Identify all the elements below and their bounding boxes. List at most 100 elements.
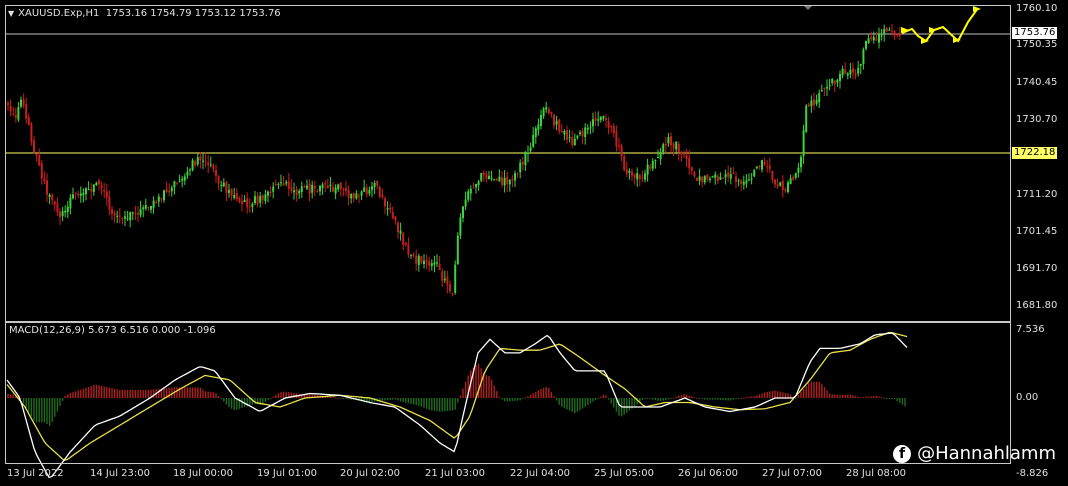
candle-body bbox=[319, 186, 321, 192]
candle-body bbox=[545, 107, 548, 110]
candle-body bbox=[506, 176, 509, 184]
candle-body bbox=[456, 235, 459, 265]
candle-body bbox=[293, 190, 295, 193]
candle-body bbox=[241, 200, 243, 204]
candle-body bbox=[755, 166, 758, 169]
candle-body bbox=[667, 137, 670, 144]
candle-body bbox=[407, 244, 410, 255]
candle-body bbox=[534, 128, 537, 138]
candle-body bbox=[56, 203, 59, 213]
candle-body bbox=[22, 99, 25, 106]
chart-canvas[interactable] bbox=[0, 0, 1068, 486]
candle-body bbox=[350, 193, 353, 199]
candle-body bbox=[144, 205, 147, 209]
candle-body bbox=[662, 144, 665, 153]
candle-body bbox=[111, 209, 113, 214]
candle-body bbox=[482, 172, 485, 175]
candle-body bbox=[597, 119, 600, 121]
candle-body bbox=[802, 130, 805, 157]
time-tick-label: 26 Jul 06:00 bbox=[678, 468, 738, 479]
candle-body bbox=[163, 190, 165, 201]
candle-body bbox=[355, 193, 358, 199]
candle-body bbox=[85, 188, 87, 195]
candle-body bbox=[183, 176, 186, 181]
candle-body bbox=[428, 261, 431, 266]
candle-body bbox=[859, 63, 862, 66]
candle-body bbox=[586, 128, 589, 130]
candle-body bbox=[87, 188, 90, 190]
candle-body bbox=[883, 28, 886, 35]
candle-body bbox=[303, 186, 306, 188]
candle-body bbox=[126, 218, 129, 220]
candle-body bbox=[95, 182, 98, 186]
candle-body bbox=[865, 41, 867, 49]
candle-body bbox=[618, 145, 620, 147]
candle-body bbox=[872, 36, 875, 41]
candle-body bbox=[412, 254, 415, 256]
candle-body bbox=[644, 173, 646, 180]
candle-body bbox=[693, 171, 696, 177]
candle-body bbox=[267, 191, 269, 196]
candle-body bbox=[794, 173, 797, 178]
candle-body bbox=[30, 123, 33, 142]
projection-path bbox=[901, 7, 979, 43]
candle-body bbox=[625, 169, 628, 174]
candle-body bbox=[202, 160, 204, 162]
candle-body bbox=[35, 154, 38, 156]
candle-body bbox=[807, 104, 810, 107]
candle-body bbox=[118, 215, 121, 217]
triangle-down-icon[interactable]: ▼ bbox=[8, 9, 14, 18]
candle-body bbox=[768, 165, 771, 169]
candle-body bbox=[670, 136, 672, 146]
candle-body bbox=[800, 156, 802, 168]
candle-body bbox=[311, 184, 314, 193]
candle-body bbox=[839, 74, 841, 81]
candle-body bbox=[771, 170, 774, 180]
candle-body bbox=[501, 177, 503, 185]
candle-body bbox=[196, 157, 199, 165]
candle-body bbox=[677, 143, 680, 153]
macd-tick-label: 0.00 bbox=[1016, 392, 1039, 403]
candle-body bbox=[740, 180, 743, 185]
candle-body bbox=[464, 199, 467, 207]
candle-body bbox=[389, 207, 392, 210]
time-tick-label: 27 Jul 07:00 bbox=[762, 468, 822, 479]
candle-body bbox=[781, 180, 784, 191]
candle-body bbox=[371, 186, 373, 190]
candle-body bbox=[529, 147, 532, 151]
candle-body bbox=[25, 104, 28, 119]
candle-body bbox=[503, 177, 506, 186]
candle-body bbox=[209, 164, 212, 166]
candle-body bbox=[59, 211, 61, 218]
candle-body bbox=[820, 90, 823, 92]
candle-body bbox=[64, 210, 67, 213]
candle-body bbox=[589, 127, 592, 129]
candle-body bbox=[446, 276, 449, 286]
candle-body bbox=[82, 192, 85, 196]
candle-body bbox=[17, 107, 20, 120]
candle-body bbox=[646, 164, 649, 175]
candle-body bbox=[831, 79, 834, 84]
watermark: f @Hannahlamm bbox=[893, 443, 1056, 464]
trading-chart[interactable]: ▼ XAUUSD.Exp,H1 1753.16 1754.79 1753.12 1… bbox=[0, 0, 1068, 486]
candle-body bbox=[789, 178, 792, 185]
candle-body bbox=[844, 69, 847, 74]
candle-body bbox=[295, 188, 298, 196]
ohlc-values: 1753.16 1754.79 1753.12 1753.76 bbox=[105, 8, 281, 19]
shift-marker-icon bbox=[803, 5, 813, 10]
candle-body bbox=[282, 183, 285, 186]
candle-body bbox=[124, 216, 126, 219]
candle-body bbox=[137, 213, 139, 215]
candle-body bbox=[443, 278, 446, 281]
candle-body bbox=[888, 29, 891, 31]
hline-price-tag[interactable]: 1722.18 bbox=[1012, 147, 1058, 159]
candle-body bbox=[885, 28, 888, 32]
candle-body bbox=[116, 215, 119, 217]
candle-body bbox=[324, 183, 327, 185]
candle-body bbox=[813, 99, 815, 105]
candle-body bbox=[77, 193, 80, 196]
candle-body bbox=[852, 68, 854, 73]
candle-body bbox=[90, 189, 93, 192]
candle-body bbox=[326, 185, 329, 189]
candle-body bbox=[605, 118, 607, 120]
